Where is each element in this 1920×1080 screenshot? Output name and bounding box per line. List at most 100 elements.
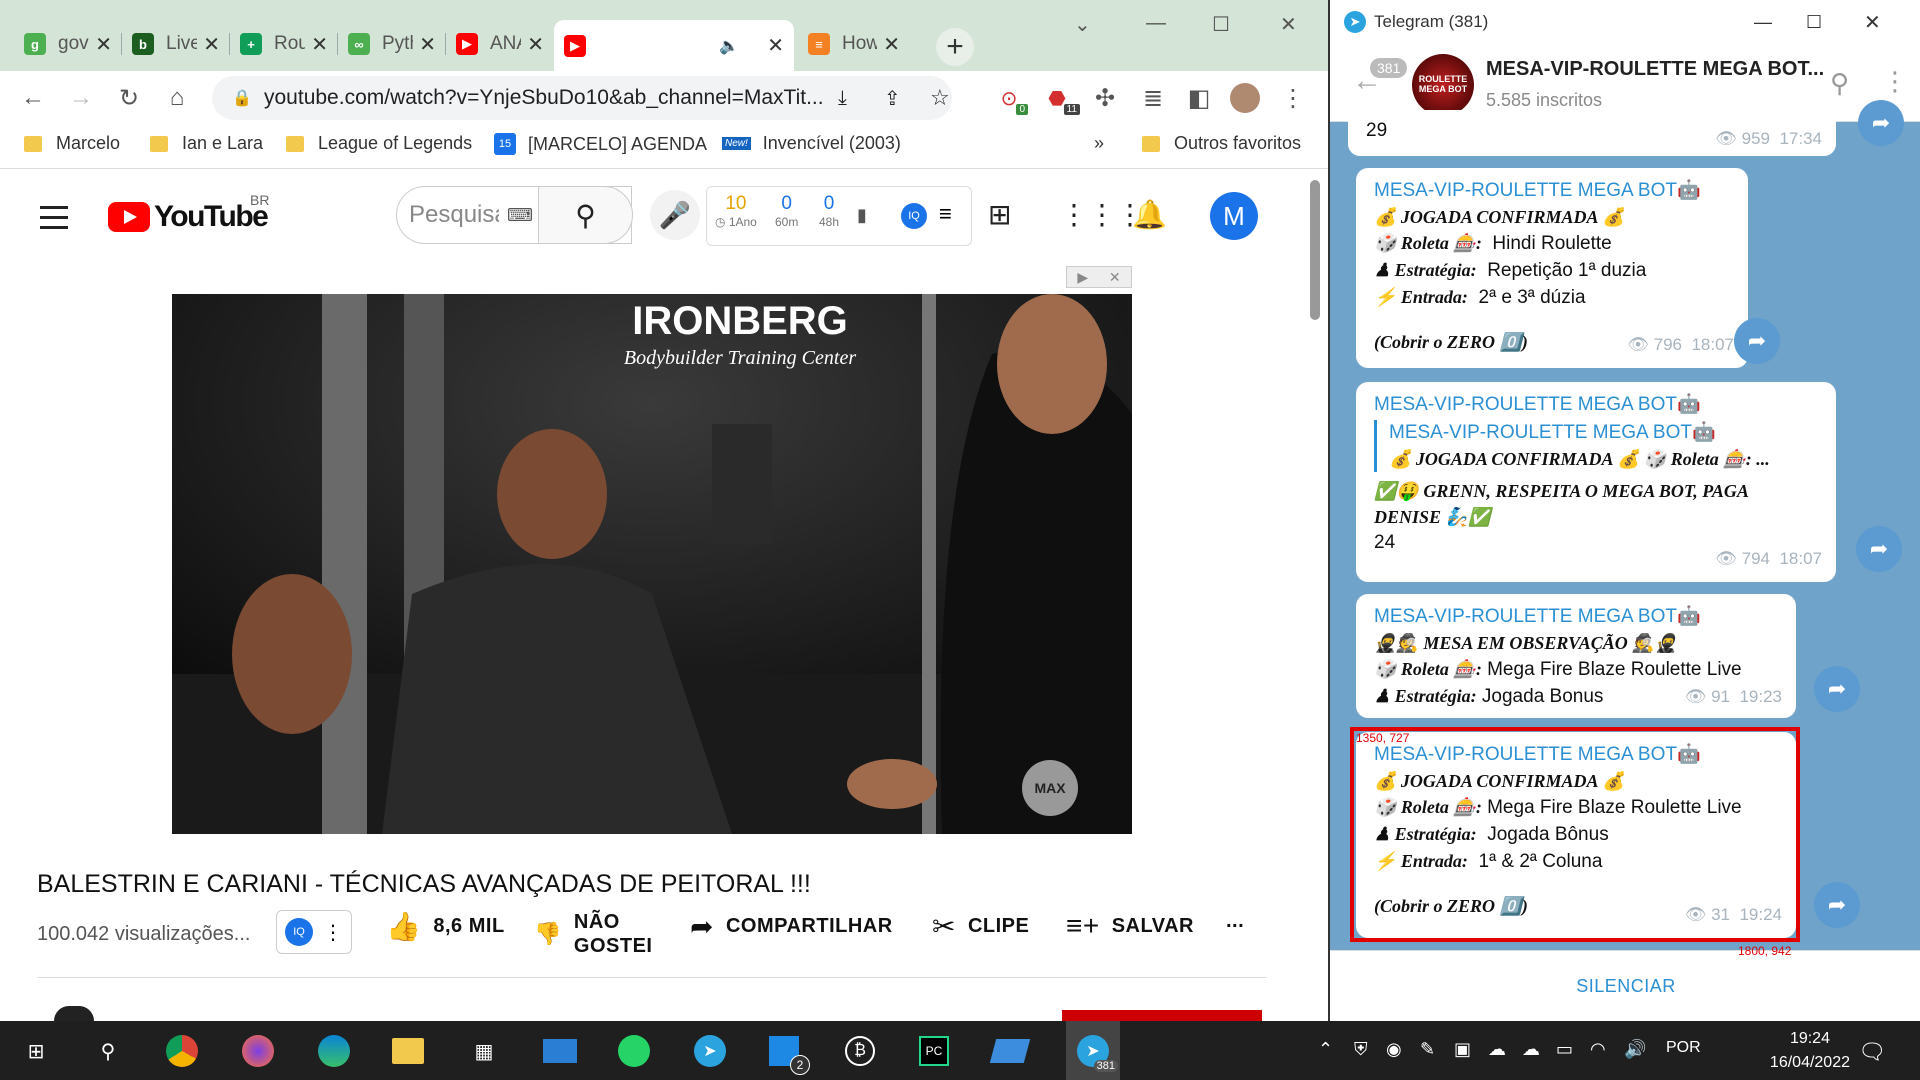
telegram-active-icon[interactable]: ➤ 381 [1066, 1021, 1120, 1080]
dislike-button[interactable]: 👎 NÃO GOSTEI [534, 910, 654, 958]
system-clock[interactable]: 19:24 16/04/2022 [1770, 1027, 1850, 1075]
task-view-icon[interactable]: 2 [766, 1033, 810, 1075]
tab-how[interactable]: ≡ How ✕ [798, 25, 910, 63]
install-icon[interactable]: ⤓ [838, 87, 847, 110]
minimize-icon[interactable]: — [1146, 12, 1166, 35]
battery-icon[interactable]: ▭ [1556, 1039, 1573, 1060]
keyboard-icon[interactable]: ⌨ [507, 205, 533, 226]
clip-button[interactable]: ✂ CLIPE [932, 910, 1029, 943]
like-button[interactable]: 👍 8,6 MIL [386, 910, 505, 943]
message-bubble[interactable]: MESA-VIP-ROULETTE MEGA BOT🤖 MESA-VIP-ROU… [1356, 382, 1836, 582]
bookmarks-overflow[interactable]: » [1094, 133, 1104, 154]
ad-close-icon[interactable]: ✕ [1109, 269, 1121, 286]
search-button[interactable]: ⚲ [538, 186, 633, 244]
extension-lock-icon[interactable]: ⊙ 0 [990, 79, 1028, 117]
media-queue-icon[interactable]: ≣ [1134, 79, 1172, 117]
mute-button[interactable]: SILENCIAR [1330, 950, 1920, 1021]
tab-close-icon[interactable]: ✕ [883, 32, 900, 57]
channel-logo[interactable]: ROULETTE MEGA BOT [1412, 54, 1474, 116]
edge-icon[interactable] [316, 1033, 352, 1069]
notification-center-icon[interactable]: 🗨 [1858, 1039, 1886, 1065]
subscribe-button[interactable] [1062, 1010, 1262, 1021]
telegram-icon[interactable]: ➤ [692, 1033, 728, 1069]
tab-close-icon[interactable]: ✕ [311, 32, 328, 57]
volume-icon[interactable]: 🔊 [1624, 1039, 1646, 1060]
tab-ana[interactable]: ▶ ANA ✕ [446, 25, 554, 63]
forward-button[interactable]: ➦ [1734, 318, 1780, 364]
tab-close-icon[interactable]: ✕ [203, 32, 220, 57]
search-icon[interactable]: ⚲ [1830, 68, 1849, 99]
bookmark-marcelo[interactable]: Marcelo [24, 133, 120, 154]
back-icon[interactable]: ← [14, 79, 52, 117]
list-menu-icon[interactable]: ≡ [939, 201, 952, 227]
wifi-icon[interactable]: ◠ [1590, 1039, 1606, 1060]
file-explorer-icon[interactable] [390, 1033, 426, 1069]
terminal-icon[interactable] [989, 1033, 1031, 1069]
tab-close-icon[interactable]: ✕ [767, 33, 784, 58]
chrome-menu-icon[interactable]: ⋮ [1274, 79, 1312, 117]
tab-search-icon[interactable]: ⌄ [1074, 12, 1091, 37]
windows-start-icon[interactable]: ⊞ [18, 1033, 54, 1069]
bookmark-ian-e-lara[interactable]: Ian e Lara [150, 133, 263, 154]
notifications-bell-icon[interactable]: 🔔 [1132, 198, 1167, 231]
onedrive-icon[interactable]: ☁ [1488, 1039, 1506, 1060]
forward-button[interactable]: ➦ [1858, 100, 1904, 146]
channel-avatar[interactable] [54, 1006, 94, 1021]
ad-controls[interactable]: ▶ ✕ [1066, 266, 1132, 288]
message-bubble[interactable]: MESA-VIP-ROULETTE MEGA BOT🤖 🥷🕵 MESA EM O… [1356, 594, 1796, 718]
search-icon[interactable]: ⚲ [90, 1033, 126, 1069]
extensions-puzzle-icon[interactable]: ✣ [1086, 79, 1124, 117]
ad-play-icon[interactable]: ▶ [1077, 269, 1088, 286]
bookmark-invencivel[interactable]: New! Invencível (2003) [722, 133, 901, 154]
vidiq-button[interactable]: IQ ⋮ [276, 910, 352, 954]
share-icon[interactable]: ⇪ [884, 86, 901, 111]
forward-button[interactable]: ➦ [1856, 526, 1902, 572]
more-actions-button[interactable]: ... [1226, 910, 1244, 933]
pen-icon[interactable]: ✎ [1420, 1039, 1435, 1060]
profile-avatar[interactable] [1226, 79, 1264, 117]
pycharm-icon[interactable]: PC [916, 1033, 952, 1069]
message-bubble[interactable]: 29 👁 959 17:34 [1348, 110, 1836, 156]
reload-icon[interactable]: ↻ [110, 79, 148, 117]
close-window-icon[interactable]: ✕ [1280, 12, 1297, 37]
youtube-logo[interactable]: YouTube [108, 200, 269, 234]
bookmark-star-icon[interactable]: ☆ [930, 85, 950, 111]
cloud-icon[interactable]: ☁ [1522, 1039, 1540, 1060]
tab-python[interactable]: ∞ Pyth ✕ [338, 25, 446, 63]
hamburger-menu-icon[interactable] [40, 206, 68, 236]
message-bubble[interactable]: MESA-VIP-ROULETTE MEGA BOT🤖 💰 JOGADA CON… [1356, 168, 1748, 368]
tab-close-icon[interactable]: ✕ [527, 32, 544, 57]
new-tab-button[interactable]: + [936, 28, 974, 66]
defender-shield-icon[interactable]: ⛨ [1354, 1039, 1368, 1060]
forward-button[interactable]: ➦ [1814, 882, 1860, 928]
tab-close-icon[interactable]: ✕ [95, 32, 112, 57]
chevron-up-icon[interactable]: ⌃ [1318, 1039, 1333, 1060]
maximize-icon[interactable]: ☐ [1806, 12, 1822, 33]
video-player[interactable]: IRONBERG Bodybuilder Training Center MAX [172, 294, 1132, 834]
tab-gov[interactable]: g gov. ✕ [14, 25, 122, 63]
language-indicator[interactable]: POR [1666, 1039, 1701, 1057]
speaker-icon[interactable]: 🔈 [719, 36, 739, 56]
firefox-icon[interactable] [240, 1033, 276, 1069]
save-button[interactable]: ≡+ SALVAR [1066, 910, 1194, 942]
home-icon[interactable]: ⌂ [158, 79, 196, 117]
forward-button[interactable]: ➦ [1814, 666, 1860, 712]
voice-search-button[interactable]: 🎤 [650, 190, 700, 240]
tab-live[interactable]: b Live ✕ [122, 25, 230, 63]
calculator-icon[interactable]: ▦ [466, 1033, 502, 1069]
network-globe-icon[interactable]: ◉ [1386, 1039, 1402, 1060]
bookmark-outros-favoritos[interactable]: Outros favoritos [1142, 133, 1301, 154]
create-video-icon[interactable]: ⊞ [988, 198, 1011, 231]
minimize-icon[interactable]: — [1754, 12, 1772, 33]
user-avatar[interactable]: M [1210, 192, 1258, 240]
vidiq-icon[interactable]: IQ [901, 203, 927, 229]
mail-icon[interactable] [542, 1033, 578, 1069]
side-panel-icon[interactable]: ◧ [1180, 79, 1218, 117]
forward-icon[interactable]: → [62, 79, 100, 117]
address-bar[interactable]: 🔒 youtube.com/watch?v=YnjeSbuDo10&ab_cha… [212, 76, 952, 120]
bar-chart-icon[interactable]: ▮ [857, 205, 867, 226]
chrome-icon[interactable] [164, 1033, 200, 1069]
tab-youtube-active[interactable]: ▶ 🔈 ✕ [554, 20, 794, 71]
tab-close-icon[interactable]: ✕ [419, 32, 436, 57]
share-button[interactable]: ➦ COMPARTILHAR [690, 910, 893, 943]
